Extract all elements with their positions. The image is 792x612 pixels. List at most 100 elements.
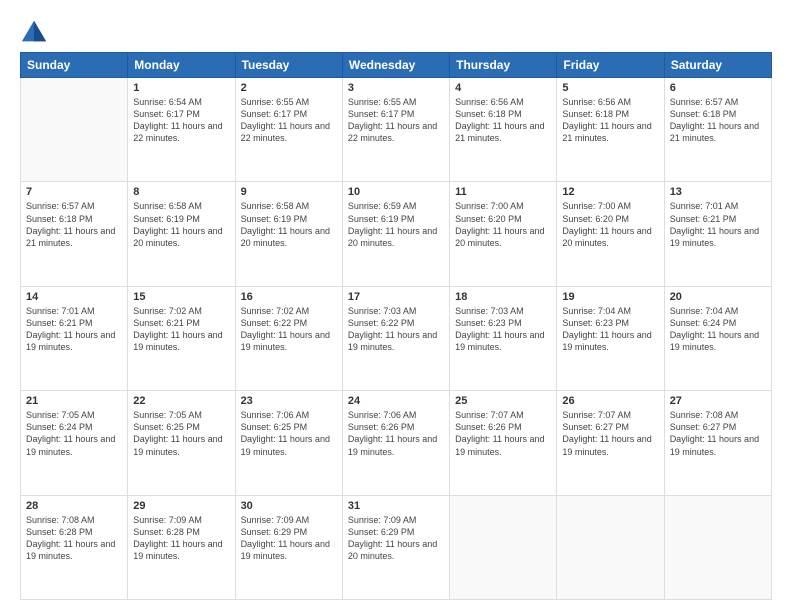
calendar-cell: 26 Sunrise: 7:07 AM Sunset: 6:27 PM Dayli…	[557, 391, 664, 495]
day-number: 4	[455, 82, 551, 94]
calendar-cell: 9 Sunrise: 6:58 AM Sunset: 6:19 PM Daylig…	[235, 182, 342, 286]
cell-info: Sunrise: 7:01 AM Sunset: 6:21 PM Dayligh…	[670, 200, 766, 249]
calendar-cell: 19 Sunrise: 7:04 AM Sunset: 6:23 PM Dayli…	[557, 286, 664, 390]
calendar-cell	[664, 495, 771, 599]
day-number: 23	[241, 395, 337, 407]
calendar-day-header: Thursday	[450, 53, 557, 78]
day-number: 15	[133, 291, 229, 303]
calendar-day-header: Friday	[557, 53, 664, 78]
cell-info: Sunrise: 7:06 AM Sunset: 6:25 PM Dayligh…	[241, 409, 337, 458]
cell-info: Sunrise: 6:56 AM Sunset: 6:18 PM Dayligh…	[455, 96, 551, 145]
cell-info: Sunrise: 6:56 AM Sunset: 6:18 PM Dayligh…	[562, 96, 658, 145]
day-number: 6	[670, 82, 766, 94]
calendar-week-row: 14 Sunrise: 7:01 AM Sunset: 6:21 PM Dayli…	[21, 286, 772, 390]
header	[20, 18, 772, 46]
day-number: 31	[348, 500, 444, 512]
cell-info: Sunrise: 7:09 AM Sunset: 6:29 PM Dayligh…	[241, 514, 337, 563]
calendar-week-row: 28Sunrise: 7:08 AM Sunset: 6:28 PM Dayli…	[21, 495, 772, 599]
day-number: 3	[348, 82, 444, 94]
calendar-cell: 1Sunrise: 6:54 AM Sunset: 6:17 PM Daylig…	[128, 78, 235, 182]
calendar-cell: 17 Sunrise: 7:03 AM Sunset: 6:22 PM Dayli…	[342, 286, 449, 390]
calendar-cell: 24 Sunrise: 7:06 AM Sunset: 6:26 PM Dayli…	[342, 391, 449, 495]
day-number: 27	[670, 395, 766, 407]
calendar-cell	[557, 495, 664, 599]
calendar-cell: 12 Sunrise: 7:00 AM Sunset: 6:20 PM Dayli…	[557, 182, 664, 286]
calendar-cell: 3Sunrise: 6:55 AM Sunset: 6:17 PM Daylig…	[342, 78, 449, 182]
cell-info: Sunrise: 7:07 AM Sunset: 6:27 PM Dayligh…	[562, 409, 658, 458]
day-number: 24	[348, 395, 444, 407]
cell-info: Sunrise: 7:04 AM Sunset: 6:24 PM Dayligh…	[670, 305, 766, 354]
cell-info: Sunrise: 7:03 AM Sunset: 6:23 PM Dayligh…	[455, 305, 551, 354]
calendar-cell: 10 Sunrise: 6:59 AM Sunset: 6:19 PM Dayli…	[342, 182, 449, 286]
calendar-week-row: 7 Sunrise: 6:57 AM Sunset: 6:18 PM Daylig…	[21, 182, 772, 286]
calendar-cell: 11 Sunrise: 7:00 AM Sunset: 6:20 PM Dayli…	[450, 182, 557, 286]
cell-info: Sunrise: 7:08 AM Sunset: 6:27 PM Dayligh…	[670, 409, 766, 458]
day-number: 20	[670, 291, 766, 303]
day-number: 10	[348, 186, 444, 198]
cell-info: Sunrise: 6:55 AM Sunset: 6:17 PM Dayligh…	[241, 96, 337, 145]
calendar-cell: 6 Sunrise: 6:57 AM Sunset: 6:18 PM Daylig…	[664, 78, 771, 182]
day-number: 30	[241, 500, 337, 512]
calendar-cell: 25Sunrise: 7:07 AM Sunset: 6:26 PM Dayli…	[450, 391, 557, 495]
cell-info: Sunrise: 7:04 AM Sunset: 6:23 PM Dayligh…	[562, 305, 658, 354]
calendar-day-header: Tuesday	[235, 53, 342, 78]
day-number: 21	[26, 395, 122, 407]
calendar-cell: 29Sunrise: 7:09 AM Sunset: 6:28 PM Dayli…	[128, 495, 235, 599]
calendar-cell: 18 Sunrise: 7:03 AM Sunset: 6:23 PM Dayli…	[450, 286, 557, 390]
cell-info: Sunrise: 6:58 AM Sunset: 6:19 PM Dayligh…	[241, 200, 337, 249]
calendar-cell: 7 Sunrise: 6:57 AM Sunset: 6:18 PM Daylig…	[21, 182, 128, 286]
logo-icon	[20, 18, 48, 46]
day-number: 11	[455, 186, 551, 198]
page: SundayMondayTuesdayWednesdayThursdayFrid…	[0, 0, 792, 612]
calendar-day-header: Monday	[128, 53, 235, 78]
calendar-cell: 15 Sunrise: 7:02 AM Sunset: 6:21 PM Dayli…	[128, 286, 235, 390]
calendar-day-header: Sunday	[21, 53, 128, 78]
calendar-cell: 13Sunrise: 7:01 AM Sunset: 6:21 PM Dayli…	[664, 182, 771, 286]
day-number: 26	[562, 395, 658, 407]
day-number: 12	[562, 186, 658, 198]
calendar-cell: 21 Sunrise: 7:05 AM Sunset: 6:24 PM Dayli…	[21, 391, 128, 495]
day-number: 1	[133, 82, 229, 94]
calendar-cell: 30 Sunrise: 7:09 AM Sunset: 6:29 PM Dayli…	[235, 495, 342, 599]
cell-info: Sunrise: 7:06 AM Sunset: 6:26 PM Dayligh…	[348, 409, 444, 458]
day-number: 19	[562, 291, 658, 303]
day-number: 14	[26, 291, 122, 303]
cell-info: Sunrise: 6:57 AM Sunset: 6:18 PM Dayligh…	[670, 96, 766, 145]
day-number: 2	[241, 82, 337, 94]
cell-info: Sunrise: 7:00 AM Sunset: 6:20 PM Dayligh…	[562, 200, 658, 249]
day-number: 7	[26, 186, 122, 198]
calendar-cell: 16Sunrise: 7:02 AM Sunset: 6:22 PM Dayli…	[235, 286, 342, 390]
calendar-cell: 2 Sunrise: 6:55 AM Sunset: 6:17 PM Daylig…	[235, 78, 342, 182]
cell-info: Sunrise: 6:58 AM Sunset: 6:19 PM Dayligh…	[133, 200, 229, 249]
cell-info: Sunrise: 7:08 AM Sunset: 6:28 PM Dayligh…	[26, 514, 122, 563]
cell-info: Sunrise: 7:02 AM Sunset: 6:21 PM Dayligh…	[133, 305, 229, 354]
cell-info: Sunrise: 7:07 AM Sunset: 6:26 PM Dayligh…	[455, 409, 551, 458]
calendar-cell: 31 Sunrise: 7:09 AM Sunset: 6:29 PM Dayli…	[342, 495, 449, 599]
cell-info: Sunrise: 7:05 AM Sunset: 6:25 PM Dayligh…	[133, 409, 229, 458]
calendar-cell: 23 Sunrise: 7:06 AM Sunset: 6:25 PM Dayli…	[235, 391, 342, 495]
logo	[20, 18, 52, 46]
cell-info: Sunrise: 6:59 AM Sunset: 6:19 PM Dayligh…	[348, 200, 444, 249]
calendar-cell	[21, 78, 128, 182]
calendar-cell: 14 Sunrise: 7:01 AM Sunset: 6:21 PM Dayli…	[21, 286, 128, 390]
calendar-header-row: SundayMondayTuesdayWednesdayThursdayFrid…	[21, 53, 772, 78]
cell-info: Sunrise: 7:00 AM Sunset: 6:20 PM Dayligh…	[455, 200, 551, 249]
cell-info: Sunrise: 6:57 AM Sunset: 6:18 PM Dayligh…	[26, 200, 122, 249]
calendar-week-row: 1Sunrise: 6:54 AM Sunset: 6:17 PM Daylig…	[21, 78, 772, 182]
calendar-cell: 27 Sunrise: 7:08 AM Sunset: 6:27 PM Dayli…	[664, 391, 771, 495]
day-number: 18	[455, 291, 551, 303]
day-number: 17	[348, 291, 444, 303]
cell-info: Sunrise: 7:05 AM Sunset: 6:24 PM Dayligh…	[26, 409, 122, 458]
day-number: 9	[241, 186, 337, 198]
day-number: 8	[133, 186, 229, 198]
calendar-cell: 5Sunrise: 6:56 AM Sunset: 6:18 PM Daylig…	[557, 78, 664, 182]
calendar-cell: 4 Sunrise: 6:56 AM Sunset: 6:18 PM Daylig…	[450, 78, 557, 182]
cell-info: Sunrise: 7:09 AM Sunset: 6:28 PM Dayligh…	[133, 514, 229, 563]
calendar-day-header: Wednesday	[342, 53, 449, 78]
cell-info: Sunrise: 7:09 AM Sunset: 6:29 PM Dayligh…	[348, 514, 444, 563]
cell-info: Sunrise: 7:01 AM Sunset: 6:21 PM Dayligh…	[26, 305, 122, 354]
calendar-cell: 20 Sunrise: 7:04 AM Sunset: 6:24 PM Dayli…	[664, 286, 771, 390]
cell-info: Sunrise: 7:03 AM Sunset: 6:22 PM Dayligh…	[348, 305, 444, 354]
day-number: 22	[133, 395, 229, 407]
calendar-table: SundayMondayTuesdayWednesdayThursdayFrid…	[20, 52, 772, 600]
